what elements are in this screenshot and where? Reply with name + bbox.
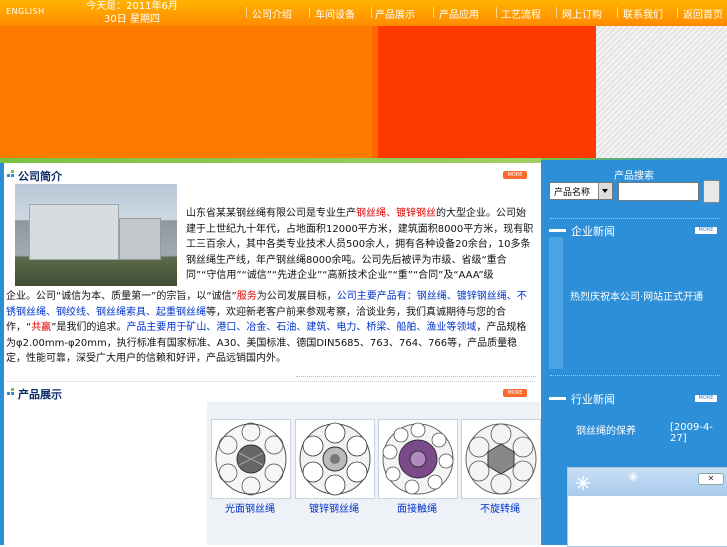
search-button[interactable] — [703, 180, 720, 203]
about-paragraph-1: 山东省某某钢丝绳有限公司是专业生产钢丝绳、镀锌钢丝的大型企业。公司始建于上世纪九… — [186, 206, 534, 284]
about-text: ”是我们的追求。 — [51, 322, 127, 333]
english-link[interactable]: ENGLISH — [6, 7, 45, 16]
product-image-nonrotating-rope[interactable] — [461, 419, 541, 499]
about-more-button[interactable]: MORE — [503, 171, 527, 179]
nav-separator — [246, 7, 247, 18]
product-image-bright-rope[interactable] — [211, 419, 291, 499]
nav-separator — [496, 7, 497, 18]
product-label[interactable]: 不旋转绳 — [458, 500, 542, 515]
search-title: 产品搜索 — [614, 171, 654, 182]
dotted-divider — [550, 375, 720, 376]
industry-news-item[interactable]: 钢丝绳的保养 — [576, 422, 636, 437]
product-image-galvanized-rope[interactable] — [295, 419, 375, 499]
banner-red-panel — [378, 26, 596, 160]
about-text: 山东省某某钢丝绳有限公司是专业生产 — [186, 208, 356, 219]
nav-item-contact[interactable]: 联系我们 — [623, 6, 663, 21]
nav-item-about[interactable]: 公司介绍 — [252, 6, 292, 21]
nav-separator — [433, 7, 434, 18]
news-more-button[interactable]: MORE — [695, 227, 717, 234]
section-divider — [6, 381, 536, 382]
nav-separator — [556, 7, 557, 18]
dotted-divider — [296, 376, 536, 377]
popup-close-button[interactable]: ✕ — [698, 473, 724, 485]
title-bar-icon — [549, 397, 566, 400]
nav-item-applications[interactable]: 产品应用 — [439, 6, 479, 21]
product-label[interactable]: 镀锌钢丝绳 — [292, 500, 376, 515]
popup-body — [568, 496, 727, 546]
about-highlight: 服务 — [236, 291, 257, 302]
floating-popup: ✕ — [567, 467, 727, 547]
nav-item-workshop[interactable]: 车间设备 — [315, 6, 355, 21]
news-item[interactable]: 热烈庆祝本公司·网站正式开通 — [570, 288, 703, 303]
search-input[interactable] — [618, 182, 699, 201]
company-photo — [15, 184, 177, 286]
chevron-down-icon[interactable] — [598, 183, 612, 199]
search-select-value: 产品名称 — [554, 188, 591, 198]
industry-news-date: [2009-4-27] — [670, 422, 713, 444]
product-image-contact-rope[interactable] — [378, 419, 458, 499]
date-display: 今天是：2011年6月30日 星期四 — [86, 1, 178, 25]
wire-rope-cross-section-icon — [382, 422, 454, 495]
about-highlight: 钢丝绳、镀锌钢丝 — [356, 208, 436, 219]
wire-rope-cross-section-icon — [465, 423, 537, 495]
about-text: 企业。公司“诚信为本、质量第一”的宗旨，以“诚信” — [6, 291, 237, 302]
industry-news-title: 行业新闻 — [571, 393, 615, 406]
about-title: 公司简介 — [18, 170, 62, 183]
nav-separator — [309, 7, 310, 18]
wire-rope-cross-section-icon — [299, 422, 371, 496]
search-category-select[interactable]: 产品名称 — [549, 182, 613, 200]
nav-separator — [617, 7, 618, 18]
news-title: 企业新闻 — [571, 225, 615, 238]
banner-pattern-panel — [596, 26, 727, 160]
about-paragraph-2: 企业。公司“诚信为本、质量第一”的宗旨，以“诚信”服务为公司发展目标，公司主要产… — [6, 289, 536, 367]
left-edge-bar — [0, 163, 4, 545]
nav-item-products[interactable]: 产品展示 — [375, 6, 415, 21]
nav-separator — [371, 7, 372, 18]
industry-more-button[interactable]: MORE — [695, 395, 717, 402]
nav-item-home[interactable]: 返回首页 — [683, 6, 723, 21]
products-more-button[interactable]: MORE — [503, 389, 527, 397]
products-title: 产品展示 — [18, 388, 62, 401]
about-text: 为公司发展目标， — [256, 291, 337, 302]
nav-item-process[interactable]: 工艺流程 — [501, 6, 541, 21]
popup-header: ✕ — [568, 468, 727, 496]
news-scroll-track — [549, 237, 563, 369]
wire-rope-cross-section-icon — [215, 422, 287, 496]
about-applications-link[interactable]: 产品主要用于矿山、港口、冶金、石油、建筑、电力、桥梁、船舶、渔业等领域 — [126, 322, 476, 333]
nav-separator — [677, 7, 678, 18]
section-bullet-icon — [7, 388, 14, 395]
dotted-divider — [550, 218, 720, 219]
product-label[interactable]: 光面钢丝绳 — [208, 500, 292, 515]
snowflake-icon — [576, 476, 590, 490]
snowflake-icon — [628, 472, 638, 482]
nav-item-order[interactable]: 网上订购 — [562, 6, 602, 21]
title-bar-icon — [549, 229, 566, 232]
section-bullet-icon — [7, 170, 14, 177]
product-label[interactable]: 面接触绳 — [375, 500, 459, 515]
about-highlight: 共赢 — [31, 322, 52, 333]
